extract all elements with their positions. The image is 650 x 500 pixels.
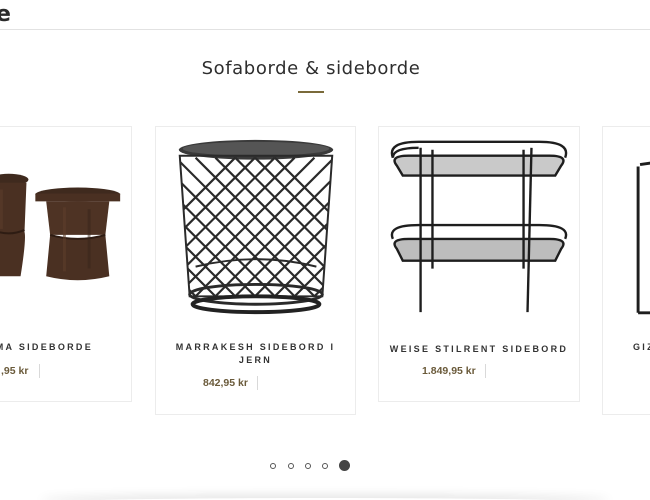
carousel-dot[interactable] xyxy=(288,463,294,469)
product-name[interactable]: ama sideborde xyxy=(0,341,121,354)
product-image-metal-frame-table[interactable] xyxy=(603,127,650,327)
price-divider xyxy=(485,364,486,378)
carousel-dot-active[interactable] xyxy=(339,460,350,471)
product-price: 1.849,95 kr xyxy=(422,365,476,377)
carousel-dot[interactable] xyxy=(270,463,276,469)
top-bar: e xyxy=(0,0,650,30)
product-card[interactable]: Giz xyxy=(602,126,650,415)
product-name[interactable]: Marrakesh sidebord i jern xyxy=(166,341,345,367)
brand-logo[interactable]: e xyxy=(0,2,11,27)
product-image-metal-trolley[interactable] xyxy=(379,127,579,327)
product-card[interactable]: Weise stilrent sidebord 1.849,95 kr xyxy=(378,126,580,402)
product-card[interactable]: ama sideborde ,95 kr xyxy=(0,126,132,402)
carousel-dot[interactable] xyxy=(305,463,311,469)
carousel-dot[interactable] xyxy=(322,463,328,469)
product-price: 842,95 kr xyxy=(203,377,248,389)
product-card[interactable]: Marrakesh sidebord i jern 842,95 kr xyxy=(155,126,356,415)
section-title: Sofaborde & sideborde xyxy=(201,58,421,79)
product-image-iron-lattice-table[interactable] xyxy=(156,127,355,327)
price-divider xyxy=(39,364,40,378)
title-underline xyxy=(298,91,324,93)
product-image-wooden-stools[interactable] xyxy=(0,127,131,327)
product-name[interactable]: Giz xyxy=(633,341,650,354)
product-price: ,95 kr xyxy=(1,365,29,377)
price-divider xyxy=(257,376,258,390)
product-name[interactable]: Weise stilrent sidebord xyxy=(389,343,569,356)
